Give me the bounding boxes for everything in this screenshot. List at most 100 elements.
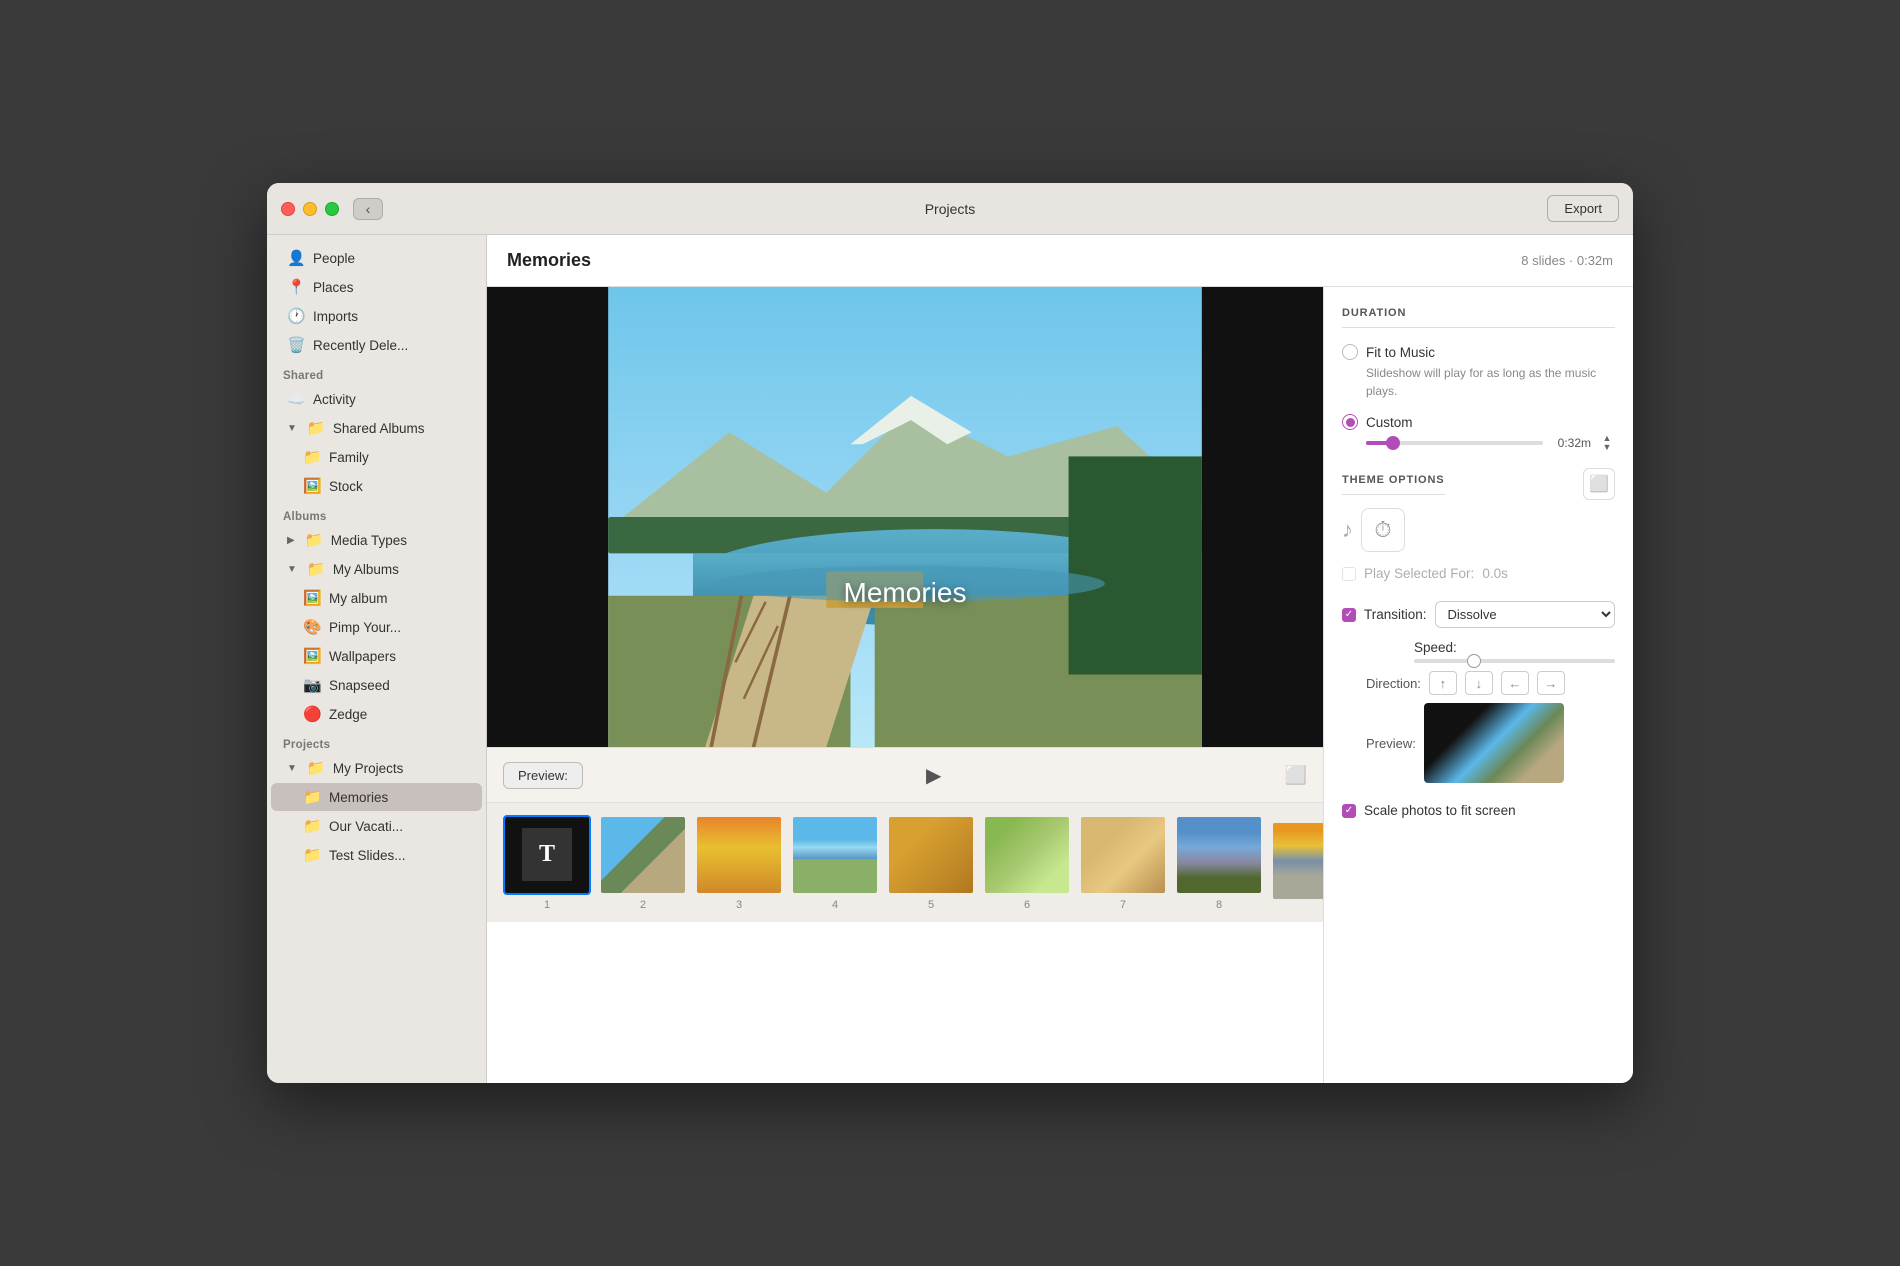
filmstrip-thumb-1[interactable]: T	[503, 815, 591, 895]
transition-row: ✓ Transition: Dissolve Fade Slide Zoom	[1342, 601, 1615, 628]
scale-photos-checkbox[interactable]: ✓	[1342, 804, 1356, 818]
filmstrip-thumb-9[interactable]	[1271, 821, 1323, 901]
stepper-down[interactable]: ▼	[1599, 443, 1615, 452]
music-note-icon[interactable]: ♪	[1342, 517, 1353, 543]
sidebar-item-my-albums[interactable]: ▼ 📁 My Albums	[271, 555, 482, 583]
sidebar-label-stock: Stock	[329, 479, 363, 494]
duration-slider[interactable]	[1366, 441, 1543, 445]
sidebar-item-people[interactable]: 👤 People	[271, 244, 482, 272]
transition-select[interactable]: Dissolve Fade Slide Zoom	[1435, 601, 1615, 628]
sidebar-item-shared-albums[interactable]: ▼ 📁 Shared Albums	[271, 414, 482, 442]
filmstrip-num-6: 6	[1024, 899, 1030, 911]
speed-slider[interactable]	[1414, 659, 1615, 663]
direction-right-button[interactable]: →	[1537, 671, 1565, 695]
sidebar-item-imports[interactable]: 🕐 Imports	[271, 302, 482, 330]
pimp-icon: 🎨	[303, 618, 321, 636]
sidebar-item-family[interactable]: 📁 Family	[271, 443, 482, 471]
sidebar-item-snapseed[interactable]: 📷 Snapseed	[271, 671, 482, 699]
sidebar-item-stock[interactable]: 🖼️ Stock	[271, 472, 482, 500]
filmstrip-item-5[interactable]: 5	[887, 815, 975, 911]
fit-to-music-label: Fit to Music	[1366, 345, 1435, 360]
filmstrip-thumb-8[interactable]	[1175, 815, 1263, 895]
fit-to-music-row[interactable]: Fit to Music	[1342, 340, 1615, 364]
sidebar-item-my-projects[interactable]: ▼ 📁 My Projects	[271, 754, 482, 782]
duration-stepper[interactable]: ▲ ▼	[1599, 434, 1615, 452]
sidebar-label-my-albums: My Albums	[333, 562, 399, 577]
speed-slider-thumb[interactable]	[1467, 654, 1481, 668]
filmstrip-thumb-6[interactable]	[983, 815, 1071, 895]
sidebar-item-wallpapers[interactable]: 🖼️ Wallpapers	[271, 642, 482, 670]
play-button[interactable]: ▶	[926, 763, 941, 788]
filmstrip-thumb-3[interactable]	[695, 815, 783, 895]
content-topbar: Memories 8 slides · 0:32m	[487, 235, 1633, 287]
fullscreen-button[interactable]: ⬜	[1285, 765, 1307, 786]
sidebar-item-recently-deleted[interactable]: 🗑️ Recently Dele...	[271, 331, 482, 359]
sidebar-item-pimp-your[interactable]: 🎨 Pimp Your...	[271, 613, 482, 641]
direction-down-button[interactable]: ↓	[1465, 671, 1493, 695]
window-title: Projects	[925, 201, 976, 217]
duration-slider-thumb[interactable]	[1386, 436, 1400, 450]
sidebar-item-places[interactable]: 📍 Places	[271, 273, 482, 301]
filmstrip-item-7[interactable]: 7	[1079, 815, 1167, 911]
maximize-button[interactable]	[325, 202, 339, 216]
sidebar-item-zedge[interactable]: 🔴 Zedge	[271, 700, 482, 728]
sidebar-item-our-vacation[interactable]: 📁 Our Vacati...	[271, 812, 482, 840]
preview-panel-label: Preview:	[1366, 736, 1416, 751]
filmstrip-thumb-5[interactable]	[887, 815, 975, 895]
sidebar-label-pimp-your: Pimp Your...	[329, 620, 401, 635]
filmstrip-item-6[interactable]: 6	[983, 815, 1071, 911]
scale-photos-row[interactable]: ✓ Scale photos to fit screen	[1342, 799, 1615, 822]
filmstrip-item-3[interactable]: 3	[695, 815, 783, 911]
theme-options-section: THEME OPTIONS ⬜ ♪ ⏱	[1342, 468, 1615, 585]
sidebar-label-family: Family	[329, 450, 369, 465]
filmstrip-thumb-7[interactable]	[1079, 815, 1167, 895]
sidebar-item-test-slides[interactable]: 📁 Test Slides...	[271, 841, 482, 869]
traffic-lights	[281, 202, 339, 216]
filmstrip-item-9[interactable]	[1271, 821, 1323, 905]
sidebar-item-memories[interactable]: 📁 Memories	[271, 783, 482, 811]
filmstrip-num-7: 7	[1120, 899, 1126, 911]
play-selected-checkbox[interactable]	[1342, 567, 1356, 581]
zedge-icon: 🔴	[303, 705, 321, 723]
custom-radio[interactable]	[1342, 414, 1358, 430]
custom-row[interactable]: Custom	[1342, 410, 1615, 434]
thumb-inner-2	[601, 817, 685, 893]
filmstrip-thumb-4[interactable]	[791, 815, 879, 895]
timer-icon-btn[interactable]: ⏱	[1361, 508, 1405, 552]
filmstrip-item-8[interactable]: 8	[1175, 815, 1263, 911]
minimize-button[interactable]	[303, 202, 317, 216]
slideshow-preview[interactable]: Memories	[487, 287, 1323, 747]
theme-options-icon-btn[interactable]: ⬜	[1583, 468, 1615, 500]
person-icon: 👤	[287, 249, 305, 267]
sidebar-item-activity[interactable]: ☁️ Activity	[271, 385, 482, 413]
export-button[interactable]: Export	[1547, 195, 1619, 222]
triangle-right-icon: ▶	[287, 535, 295, 546]
sidebar-item-my-album[interactable]: 🖼️ My album	[271, 584, 482, 612]
direction-up-button[interactable]: ↑	[1429, 671, 1457, 695]
filmstrip-thumb-2[interactable]	[599, 815, 687, 895]
filmstrip-item-1[interactable]: T 1	[503, 815, 591, 911]
triangle-down-icon-2: ▼	[287, 564, 297, 575]
play-selected-row: Play Selected For: 0.0s	[1342, 562, 1615, 585]
page-title: Memories	[507, 250, 591, 271]
close-button[interactable]	[281, 202, 295, 216]
play-selected-value: 0.0s	[1482, 566, 1508, 581]
transition-checkbox[interactable]: ✓	[1342, 608, 1356, 622]
sidebar-label-wallpapers: Wallpapers	[329, 649, 396, 664]
direction-left-button[interactable]: ←	[1501, 671, 1529, 695]
sidebar-label-recently-deleted: Recently Dele...	[313, 338, 408, 353]
preview-button[interactable]: Preview:	[503, 762, 583, 789]
sidebar-item-media-types[interactable]: ▶ 📁 Media Types	[271, 526, 482, 554]
sidebar-label-activity: Activity	[313, 392, 356, 407]
back-button[interactable]: ‹	[353, 198, 383, 220]
duration-section: DURATION Fit to Music Slideshow will pla…	[1342, 307, 1615, 452]
slide-title-text: Memories	[844, 577, 967, 609]
snapseed-icon: 📷	[303, 676, 321, 694]
scale-photos-label: Scale photos to fit screen	[1364, 803, 1516, 818]
thumb-inner-4	[793, 817, 877, 893]
fit-to-music-radio[interactable]	[1342, 344, 1358, 360]
content-middle: Memories Preview: ▶ ⬜	[487, 287, 1633, 1083]
filmstrip-item-4[interactable]: 4	[791, 815, 879, 911]
family-icon: 📁	[303, 448, 321, 466]
filmstrip-item-2[interactable]: 2	[599, 815, 687, 911]
